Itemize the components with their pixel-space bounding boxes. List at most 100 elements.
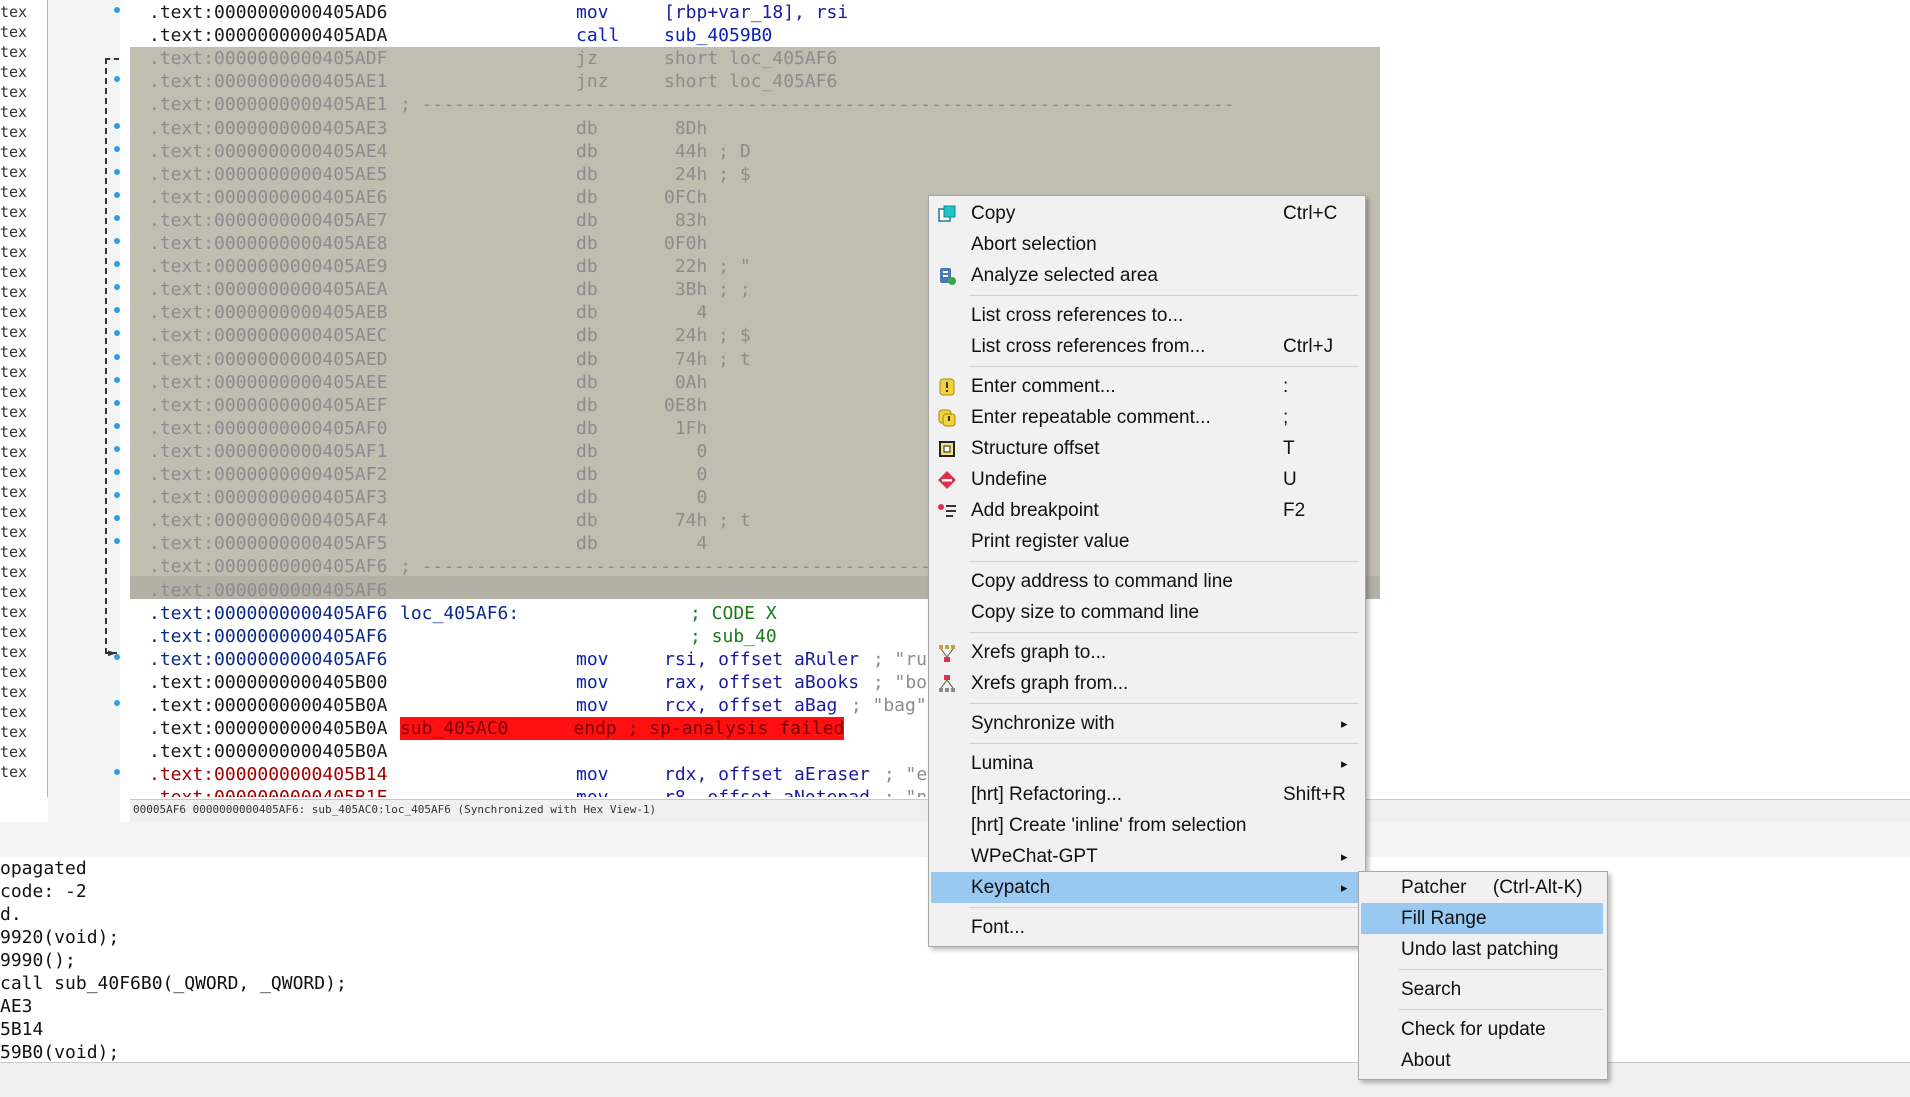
menu-item-list-xrefs-from[interactable]: List cross references from... Ctrl+J	[931, 331, 1361, 362]
left-pane-item[interactable]: tex	[0, 142, 27, 162]
left-pane[interactable]: tex tex tex tex tex tex tex tex tex tex tex tex tex t…	[0, 0, 48, 797]
menu-item-list-xrefs-to[interactable]: List cross references to...	[931, 300, 1361, 331]
left-pane-item[interactable]: tex	[0, 42, 27, 62]
left-pane-item[interactable]: tex	[0, 262, 27, 282]
mnemonic: mov	[576, 648, 609, 670]
menu-item-print-register-value[interactable]: Print register value	[931, 526, 1361, 557]
line-address: .text:0000000000405AE8	[149, 233, 388, 254]
left-pane-item[interactable]: tex	[0, 342, 27, 362]
undefine-icon	[938, 471, 956, 489]
line-address: .text:0000000000405AF0	[149, 417, 388, 439]
left-pane-item[interactable]: tex	[0, 62, 27, 82]
line-address: .text:0000000000405B00	[149, 671, 388, 693]
menu-item-lumina[interactable]: Lumina ▸	[931, 748, 1361, 779]
left-pane-item[interactable]: tex	[0, 562, 27, 582]
mnemonic: db	[576, 487, 598, 509]
disasm-line[interactable]: .text:0000000000405AE3 db 8Dh	[130, 117, 1910, 140]
submenu-item-check-for-update[interactable]: Check for update	[1361, 1014, 1603, 1045]
left-pane-item[interactable]: tex	[0, 362, 27, 382]
output-line: 9920(void);	[0, 927, 120, 948]
left-pane-item[interactable]: tex	[0, 762, 27, 782]
menu-item-copy[interactable]: Copy Ctrl+C	[931, 198, 1361, 229]
left-pane-item[interactable]: tex	[0, 682, 27, 702]
left-pane-item[interactable]: tex	[0, 122, 27, 142]
left-pane-item[interactable]: tex	[0, 202, 27, 222]
left-pane-item[interactable]: tex	[0, 242, 27, 262]
left-pane-item[interactable]: tex	[0, 82, 27, 102]
submenu-item-undo-last-patching[interactable]: Undo last patching	[1361, 934, 1603, 965]
left-pane-item[interactable]: tex	[0, 582, 27, 602]
left-pane-item[interactable]: tex	[0, 382, 27, 402]
left-pane-item[interactable]: tex	[0, 182, 27, 202]
left-pane-item[interactable]: tex	[0, 442, 27, 462]
left-pane-item[interactable]: tex	[0, 722, 27, 742]
menu-item-xrefs-graph-to[interactable]: Xrefs graph to...	[931, 637, 1361, 668]
submenu-item-fill-range[interactable]: Fill Range	[1361, 903, 1603, 934]
context-menu: Copy Ctrl+C Abort selection Analyze sele…	[928, 195, 1366, 947]
disasm-line[interactable]: .text:0000000000405AD6 mov [rbp+var_18], r…	[130, 1, 1910, 24]
left-pane-item[interactable]: tex	[0, 2, 27, 22]
disasm-line[interactable]: .text:0000000000405ADA call sub_4059B0	[130, 24, 1910, 47]
menu-item-xrefs-graph-from[interactable]: Xrefs graph from...	[931, 668, 1361, 699]
line-marker-dot	[114, 284, 120, 291]
left-pane-item[interactable]: tex	[0, 162, 27, 182]
mnemonic: db	[576, 325, 598, 347]
menu-item-hrt-refactoring[interactable]: [hrt] Refactoring... Shift+R	[931, 779, 1361, 810]
menu-item-structure-offset[interactable]: Structure offset T	[931, 433, 1361, 464]
left-pane-item[interactable]: tex	[0, 462, 27, 482]
line-address: .text:0000000000405ADF	[149, 48, 388, 70]
left-pane-item[interactable]: tex	[0, 302, 27, 322]
disasm-line[interactable]: .text:0000000000405AE1 ; ----------------…	[130, 93, 1910, 116]
left-pane-item[interactable]: tex	[0, 622, 27, 642]
left-pane-item[interactable]: tex	[0, 522, 27, 542]
line-marker-dot	[114, 261, 120, 268]
disasm-line[interactable]: .text:0000000000405AE1 jnz short loc_405AF…	[130, 70, 1910, 93]
left-pane-item[interactable]: tex	[0, 422, 27, 442]
left-pane-item[interactable]: tex	[0, 542, 27, 562]
mnemonic: mov	[576, 695, 609, 716]
left-pane-item[interactable]: tex	[0, 702, 27, 722]
menu-item-wpechat-gpt[interactable]: WPeChat-GPT ▸	[931, 841, 1361, 872]
left-pane-item[interactable]: tex	[0, 642, 27, 662]
menu-item-keypatch[interactable]: Keypatch ▸	[931, 872, 1361, 903]
mnemonic: db	[576, 510, 598, 532]
line-address: .text:0000000000405AF6	[149, 602, 388, 624]
menu-item-font[interactable]: Font...	[931, 912, 1361, 943]
chevron-right-icon: ▸	[1341, 880, 1348, 895]
line-address: .text:0000000000405AD6	[149, 2, 388, 23]
line-marker-dot	[114, 214, 120, 221]
left-pane-item[interactable]: tex	[0, 102, 27, 122]
left-pane-item[interactable]: tex	[0, 482, 27, 502]
menu-item-add-breakpoint[interactable]: Add breakpoint F2	[931, 495, 1361, 526]
left-pane-item[interactable]: tex	[0, 502, 27, 522]
disasm-line[interactable]: .text:0000000000405AE4 db 44h ; D	[130, 140, 1910, 163]
submenu-item-about[interactable]: About	[1361, 1045, 1603, 1076]
menu-item-abort-selection[interactable]: Abort selection	[931, 229, 1361, 260]
disasm-line[interactable]: .text:0000000000405ADF jz short loc_405AF6	[130, 47, 1910, 70]
mnemonic: db	[576, 371, 598, 393]
left-pane-item[interactable]: tex	[0, 322, 27, 342]
mnemonic: db	[576, 394, 598, 416]
line-address: .text:0000000000405B0A	[149, 741, 388, 763]
left-pane-item[interactable]: tex	[0, 282, 27, 302]
menu-item-hrt-create-inline[interactable]: [hrt] Create 'inline' from selection	[931, 810, 1361, 841]
left-pane-item[interactable]: tex	[0, 662, 27, 682]
left-pane-item[interactable]: tex	[0, 222, 27, 242]
menu-item-undefine[interactable]: Undefine U	[931, 464, 1361, 495]
left-pane-item[interactable]: tex	[0, 742, 27, 762]
menu-item-enter-repeatable-comment[interactable]: Enter repeatable comment... ;	[931, 402, 1361, 433]
menu-item-synchronize-with[interactable]: Synchronize with ▸	[931, 708, 1361, 739]
menu-item-copy-size[interactable]: Copy size to command line	[931, 597, 1361, 628]
menu-item-copy-address[interactable]: Copy address to command line	[931, 566, 1361, 597]
line-address: .text:0000000000405AE3	[149, 117, 388, 139]
menu-item-enter-comment[interactable]: Enter comment... :	[931, 371, 1361, 402]
operand: 0Ah	[664, 371, 708, 393]
menu-item-analyze-selected-area[interactable]: Analyze selected area	[931, 260, 1361, 291]
breakpoint-icon	[938, 504, 956, 517]
left-pane-item[interactable]: tex	[0, 402, 27, 422]
left-pane-item[interactable]: tex	[0, 22, 27, 42]
disasm-line[interactable]: .text:0000000000405AE5 db 24h ; $	[130, 163, 1910, 186]
left-pane-item[interactable]: tex	[0, 602, 27, 622]
submenu-item-patcher[interactable]: Patcher (Ctrl-Alt-K)	[1361, 872, 1603, 903]
submenu-item-search[interactable]: Search	[1361, 974, 1603, 1005]
